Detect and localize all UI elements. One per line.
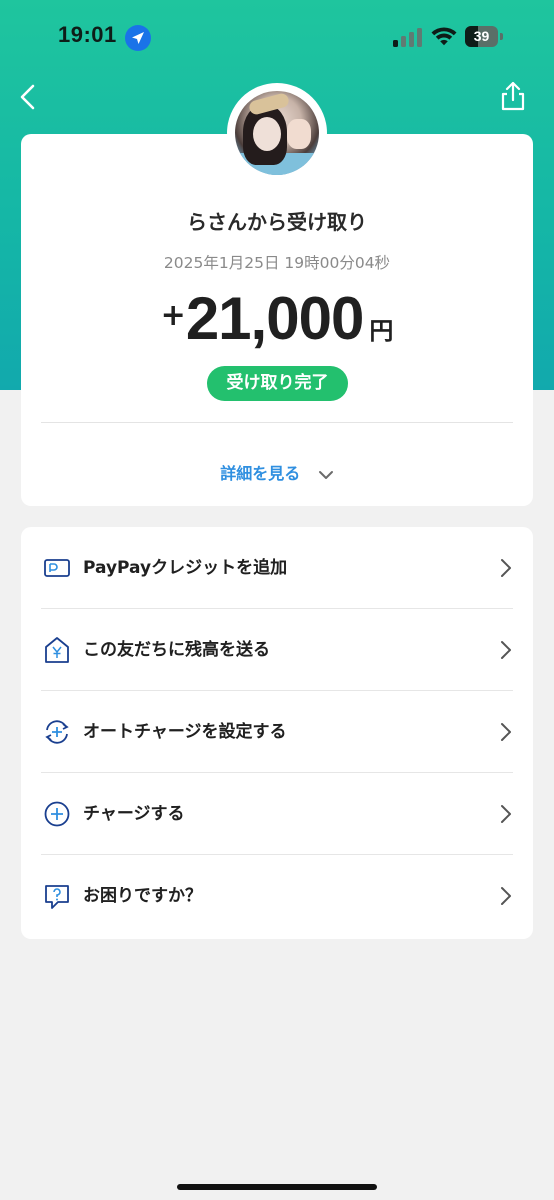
- menu-item-send-balance[interactable]: この友だちに残高を送る: [21, 609, 533, 691]
- view-details-label: 詳細を見る: [220, 464, 301, 483]
- menu-item-label: PayPayクレジットを追加: [83, 558, 288, 578]
- chevron-right-icon: [501, 887, 511, 905]
- cellular-signal-icon: [393, 28, 422, 47]
- chevron-right-icon: [501, 559, 511, 577]
- location-arrow-icon: [125, 25, 151, 51]
- menu-item-label: この友だちに残高を送る: [83, 640, 270, 660]
- amount-row: +21,000 円: [21, 284, 533, 353]
- wifi-icon: [431, 27, 457, 46]
- menu-item-add-credit[interactable]: PayPayクレジットを追加: [21, 527, 533, 609]
- back-chevron-icon[interactable]: [14, 82, 44, 112]
- home-indicator: [177, 1184, 377, 1190]
- view-details-button[interactable]: 詳細を見る: [21, 460, 533, 484]
- sender-avatar[interactable]: [227, 83, 327, 183]
- menu-item-help[interactable]: お困りですか？: [21, 855, 533, 937]
- menu-item-label: チャージする: [83, 804, 185, 824]
- action-menu: PayPayクレジットを追加 この友だちに残高を送る オートチャージを設定する: [21, 527, 533, 939]
- amount-value: 21,000: [185, 285, 365, 352]
- send-yen-icon: [45, 637, 69, 663]
- chevron-down-icon: [318, 470, 333, 479]
- menu-item-auto-charge[interactable]: オートチャージを設定する: [21, 691, 533, 773]
- transaction-datetime: 2025年1月25日 19時00分04秒: [163, 254, 391, 272]
- divider: [41, 422, 513, 423]
- status-time: 19:01: [58, 22, 117, 47]
- battery-level-text: 39: [473, 28, 490, 44]
- currency-unit: 円: [369, 317, 394, 345]
- menu-item-label: オートチャージを設定する: [83, 722, 287, 742]
- share-icon[interactable]: [498, 80, 528, 112]
- transaction-title: らさんから受け取り: [187, 210, 367, 234]
- transaction-card: らさんから受け取り 2025年1月25日 19時00分04秒 +21,000 円 …: [21, 134, 533, 506]
- chevron-right-icon: [501, 723, 511, 741]
- status-badge: 受け取り完了: [207, 366, 348, 401]
- plus-circle-icon: [44, 801, 70, 827]
- avatar-photo: [235, 91, 319, 175]
- chevron-right-icon: [501, 641, 511, 659]
- auto-charge-icon: [45, 720, 69, 744]
- help-chat-icon: [45, 885, 69, 909]
- credit-card-icon: [44, 559, 70, 577]
- status-bar: 19:01 39: [0, 0, 554, 70]
- menu-item-charge[interactable]: チャージする: [21, 773, 533, 855]
- menu-item-label: お困りですか？: [83, 886, 202, 906]
- amount-sign: +: [160, 298, 186, 333]
- battery-indicator: 39: [465, 26, 503, 47]
- chevron-right-icon: [501, 805, 511, 823]
